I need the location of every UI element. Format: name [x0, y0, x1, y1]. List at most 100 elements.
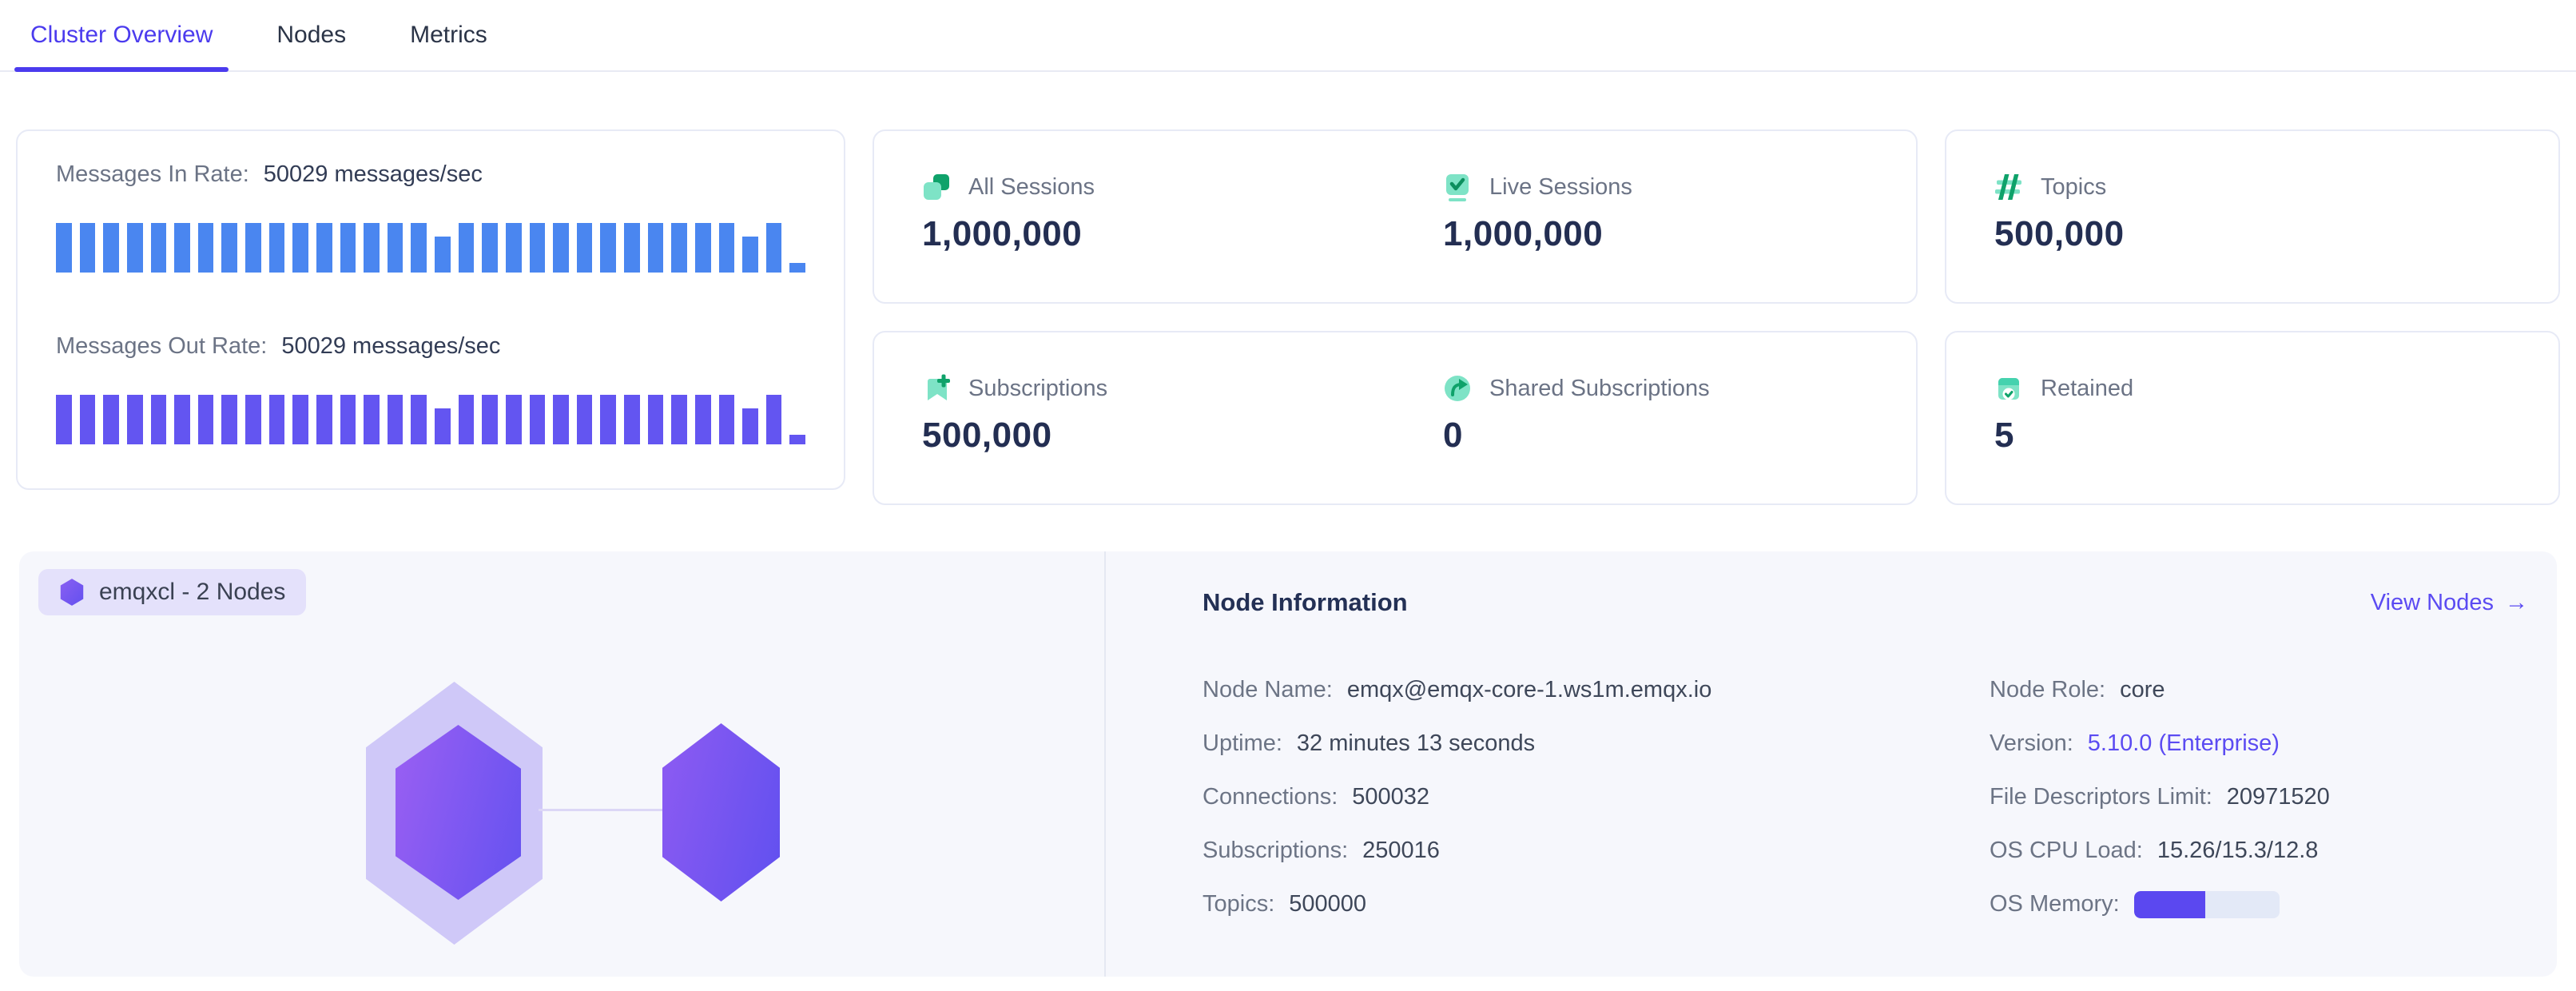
row-label: OS Memory: [1990, 891, 2120, 917]
chart-bar [411, 223, 427, 273]
chart-bar [245, 395, 261, 444]
tab-cluster-overview[interactable]: Cluster Overview [14, 0, 229, 70]
node-information-section: Node Information View Nodes → Node Name:… [1203, 551, 2528, 977]
topics-icon [1994, 173, 2023, 201]
chart-bar [388, 223, 403, 273]
topics-card: Topics 500,000 [1945, 129, 2560, 304]
chart-bar [482, 395, 498, 444]
cluster-overview-page: Cluster Overview Nodes Metrics Messages … [0, 0, 2576, 991]
stat-value: 1,000,000 [922, 214, 1395, 254]
tab-metrics[interactable]: Metrics [394, 0, 503, 70]
chart-bar [292, 395, 308, 444]
subscriptions-row: Subscriptions: 250016 [1203, 824, 1990, 878]
chart-bar [553, 395, 569, 444]
cluster-name-badge: emqxcl - 2 Nodes [38, 569, 306, 615]
chart-bar [103, 223, 119, 273]
panel-divider [1104, 551, 1106, 977]
messages-out-rate-value: 50029 messages/sec [281, 333, 500, 360]
chart-bar [577, 395, 593, 444]
chart-bar [316, 395, 332, 444]
view-nodes-link[interactable]: View Nodes → [2371, 590, 2528, 616]
replicant-node-hexagon[interactable] [662, 723, 780, 901]
chart-bar [388, 395, 403, 444]
connections-row: Connections: 500032 [1203, 770, 1990, 824]
row-label: Topics: [1203, 891, 1274, 917]
chart-bar [340, 223, 356, 273]
version-row: Version: 5.10.0 (Enterprise) [1990, 717, 2528, 770]
messages-out-rate-row: Messages Out Rate: 50029 messages/sec [56, 333, 805, 360]
chart-bar [719, 395, 735, 444]
chart-bar [56, 223, 72, 273]
tab-nodes[interactable]: Nodes [260, 0, 362, 70]
chart-bar [221, 395, 237, 444]
file-descriptors-row: File Descriptors Limit: 20971520 [1990, 770, 2528, 824]
stat-value: 500,000 [1994, 214, 2558, 254]
shared-subscriptions-stat: Shared Subscriptions 0 [1395, 332, 1916, 503]
subscriptions-stat: Subscriptions 500,000 [874, 332, 1395, 503]
version-link[interactable]: 5.10.0 (Enterprise) [2088, 730, 2280, 757]
chart-bar [127, 223, 143, 273]
stat-value: 0 [1443, 416, 1916, 456]
retained-icon [1994, 374, 2023, 403]
chart-bar [411, 395, 427, 444]
chart-bar [789, 263, 805, 273]
subscriptions-icon [922, 374, 951, 403]
chart-bar [151, 395, 167, 444]
chart-bar [648, 223, 664, 273]
topics-stat: Topics 500,000 [1946, 131, 2558, 254]
chart-bar [459, 395, 475, 444]
stat-label: Subscriptions [968, 376, 1107, 402]
chart-bar [198, 223, 214, 273]
chart-bar [340, 395, 356, 444]
chart-bar [174, 395, 190, 444]
chart-bar [435, 237, 451, 273]
shared-subscriptions-icon [1443, 374, 1472, 403]
sessions-card: All Sessions 1,000,000 Live Sessions 1,0… [873, 129, 1918, 304]
chart-bar [506, 395, 522, 444]
row-label: Node Role: [1990, 677, 2105, 703]
row-value: 32 minutes 13 seconds [1297, 730, 1535, 757]
chart-bar [766, 223, 782, 273]
stat-value: 500,000 [922, 416, 1395, 456]
stat-value: 1,000,000 [1443, 214, 1916, 254]
messages-out-rate-label: Messages Out Rate: [56, 333, 267, 360]
arrow-right-icon: → [2505, 590, 2528, 616]
chart-bar [56, 395, 72, 444]
chart-bar [530, 223, 546, 273]
row-label: Uptime: [1203, 730, 1282, 757]
chart-bar [530, 395, 546, 444]
chart-bar [648, 395, 664, 444]
node-role-row: Node Role: core [1990, 663, 2528, 717]
chart-bar [624, 223, 640, 273]
row-value: emqx@emqx-core-1.ws1m.emqx.io [1347, 677, 1712, 703]
live-sessions-stat: Live Sessions 1,000,000 [1395, 131, 1916, 302]
chart-bar [789, 435, 805, 444]
chart-bar [766, 395, 782, 444]
chart-bar [269, 395, 285, 444]
all-sessions-stat: All Sessions 1,000,000 [874, 131, 1395, 302]
chart-bar [742, 408, 758, 444]
subscriptions-card: Subscriptions 500,000 Shared Subscriptio… [873, 331, 1918, 505]
sessions-icon [922, 173, 951, 201]
cluster-badge-label: emqxcl - 2 Nodes [99, 579, 285, 606]
row-label: Subscriptions: [1203, 838, 1348, 864]
chart-bar [671, 223, 687, 273]
chart-bar [198, 395, 214, 444]
node-name-row: Node Name: emqx@emqx-core-1.ws1m.emqx.io [1203, 663, 1990, 717]
chart-bar [151, 223, 167, 273]
node-connector-line [539, 809, 666, 811]
hexagon-icon [59, 578, 85, 607]
row-label: Version: [1990, 730, 2073, 757]
chart-bar [269, 223, 285, 273]
stat-label: Topics [2041, 174, 2106, 201]
os-memory-row: OS Memory: [1990, 878, 2528, 931]
chart-bar [577, 223, 593, 273]
chart-bar [316, 223, 332, 273]
chart-bar [695, 223, 711, 273]
os-cpu-load-row: OS CPU Load: 15.26/15.3/12.8 [1990, 824, 2528, 878]
node-info-rows: Node Name: emqx@emqx-core-1.ws1m.emqx.io… [1203, 663, 2528, 931]
chart-bar [459, 223, 475, 273]
messages-in-rate-value: 50029 messages/sec [264, 161, 483, 188]
node-information-title: Node Information [1203, 588, 1408, 617]
chart-bar [221, 223, 237, 273]
